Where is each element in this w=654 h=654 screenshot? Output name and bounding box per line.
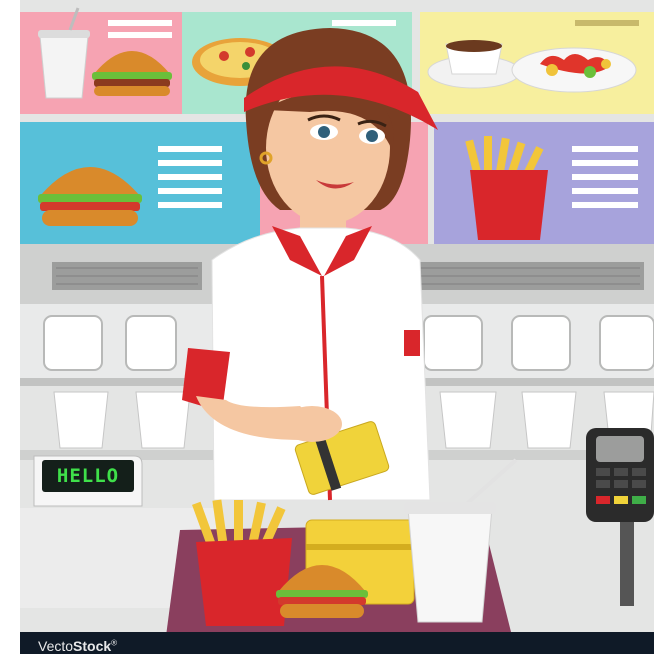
watermark-bar: VectoStock® bbox=[20, 632, 654, 654]
watermark-mark: ® bbox=[111, 638, 118, 648]
watermark-brand: Stock bbox=[73, 638, 112, 654]
fast-food-cashier-illustration: HELLO bbox=[20, 0, 654, 654]
salad-icon bbox=[511, 47, 637, 93]
register-display-text: HELLO bbox=[57, 465, 119, 487]
vectorstock-watermark: VectoStock® bbox=[38, 638, 117, 654]
watermark-prefix: Vecto bbox=[38, 638, 74, 654]
